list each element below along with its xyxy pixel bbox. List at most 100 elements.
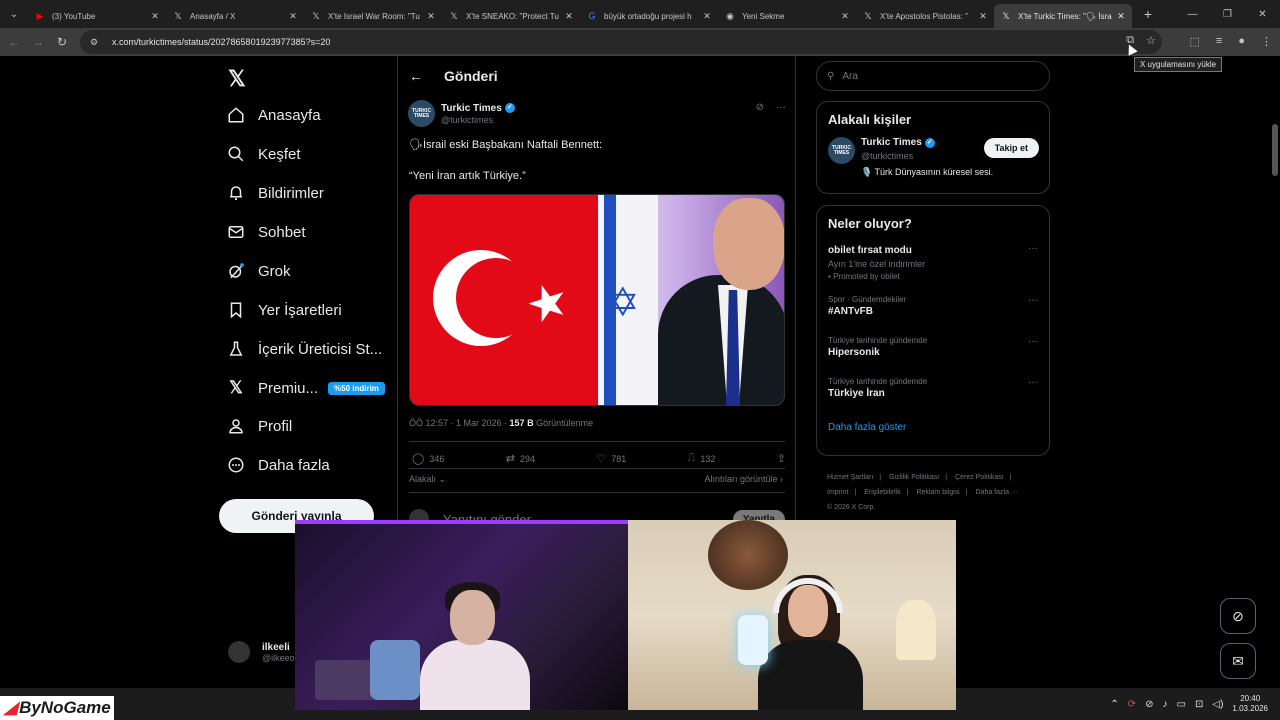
close-tab-icon[interactable]: ✕ bbox=[564, 11, 574, 22]
nav-explore[interactable]: Keşfet bbox=[226, 139, 301, 169]
browser-tab[interactable]: 𝕏 X'te SNEAKO: "Protect Tu ✕ bbox=[442, 4, 580, 28]
trend-item[interactable]: Türkiye tarihinde gündemde Hipersonik ··… bbox=[817, 336, 1049, 377]
reply-action[interactable]: ◯ 346 bbox=[412, 452, 444, 465]
show-more-link[interactable]: Daha fazla göster bbox=[817, 418, 1049, 433]
post-time[interactable]: ÖÖ 12:57 · 1 Mar 2026 · bbox=[409, 418, 510, 428]
author-handle[interactable]: @turkictimes bbox=[441, 115, 515, 125]
grok-explain-icon[interactable]: ⊘ bbox=[756, 102, 764, 113]
browser-tab[interactable]: 𝕏 X'te Israel War Room: "Tu ✕ bbox=[304, 4, 442, 28]
trend-item[interactable]: Türkiye tarihinde gündemde Türkiye İran … bbox=[817, 377, 1049, 418]
address-bar[interactable]: ⚙ x.com/turkictimes/status/2027865801923… bbox=[80, 30, 1162, 54]
tray-overflow-icon[interactable]: ⌃ bbox=[1110, 699, 1118, 710]
post-text-line: “Yeni İran artık Türkiye.” bbox=[409, 170, 526, 182]
browser-tab[interactable]: ▶ (3) YouTube ✕ bbox=[28, 4, 166, 28]
trend-more-icon[interactable]: ··· bbox=[1028, 336, 1038, 347]
trend-title: #ANTvFB bbox=[828, 306, 874, 317]
close-tab-icon[interactable]: ✕ bbox=[426, 11, 436, 22]
more-options-icon[interactable]: ··· bbox=[776, 102, 786, 113]
author-name[interactable]: Turkic Times bbox=[441, 103, 502, 114]
post-image[interactable]: ★ ✡ bbox=[409, 194, 785, 406]
maximize-icon[interactable]: ❐ bbox=[1210, 9, 1245, 20]
back-arrow-icon[interactable]: ← bbox=[398, 68, 434, 84]
close-window-icon[interactable]: ✕ bbox=[1245, 9, 1280, 20]
nav-bookmarks[interactable]: Yer İşaretleri bbox=[226, 295, 342, 325]
clock-date: 1.03.2026 bbox=[1232, 704, 1268, 713]
forward-icon[interactable]: → bbox=[26, 35, 50, 49]
footer-link[interactable]: Daha fazla ··· bbox=[976, 489, 1018, 496]
footer-link[interactable]: Çerez Politikası bbox=[955, 474, 1004, 481]
footer-link[interactable]: Hizmet Şartları bbox=[827, 474, 873, 481]
grok-floating-button[interactable]: ⊘ bbox=[1220, 598, 1256, 634]
nav-profile[interactable]: Profil bbox=[226, 411, 292, 441]
tab-title: X'te SNEAKO: "Protect Tu bbox=[466, 11, 559, 21]
trend-context: Spor · Gündemdekiler bbox=[828, 295, 907, 304]
site-info-icon[interactable]: ⚙ bbox=[90, 37, 104, 48]
suggested-user[interactable]: TURKIC TIMES Turkic Times ✓ @turkictimes … bbox=[817, 133, 1049, 187]
bookmark-star-icon[interactable]: ☆ bbox=[1146, 34, 1156, 47]
nav-more[interactable]: Daha fazla bbox=[226, 450, 330, 480]
network-icon[interactable]: ⊡ bbox=[1195, 699, 1203, 710]
follow-button[interactable]: Takip et bbox=[983, 138, 1039, 158]
nav-label: Anasayfa bbox=[258, 106, 321, 124]
nav-messages[interactable]: Sohbet bbox=[226, 217, 306, 247]
profile-icon bbox=[226, 416, 246, 436]
footer-link[interactable]: Erişilebilirlik bbox=[864, 489, 901, 496]
clock[interactable]: 20:40 1.03.2026 bbox=[1232, 694, 1268, 714]
nav-grok[interactable]: Grok bbox=[226, 256, 291, 286]
like-action[interactable]: ♡ 781 bbox=[596, 452, 626, 465]
share-action[interactable]: ⇪ bbox=[777, 452, 786, 465]
bluetooth-off-icon[interactable]: ⊘ bbox=[1145, 699, 1153, 710]
x-icon: 𝕏 bbox=[1002, 10, 1010, 21]
minimize-icon[interactable]: — bbox=[1175, 9, 1210, 20]
close-tab-icon[interactable]: ✕ bbox=[702, 11, 712, 22]
tab-title: büyük ortadoğu projesi h bbox=[604, 11, 692, 21]
footer-link[interactable]: Reklam bilgisi bbox=[917, 489, 960, 496]
nav-creator-studio[interactable]: İçerik Üreticisi St... bbox=[226, 334, 382, 364]
close-tab-icon[interactable]: ✕ bbox=[1116, 11, 1126, 22]
trend-more-icon[interactable]: ··· bbox=[1028, 295, 1038, 306]
trend-item[interactable]: Spor · Gündemdekiler #ANTvFB ··· bbox=[817, 295, 1049, 336]
bookmark-action[interactable]: ⎍ 132 bbox=[688, 452, 716, 465]
media-controls-icon[interactable]: ≡ bbox=[1216, 35, 1222, 48]
close-tab-icon[interactable]: ✕ bbox=[150, 11, 160, 22]
reload-icon[interactable]: ↻ bbox=[50, 35, 74, 49]
footer-link[interactable]: Imprint bbox=[827, 489, 848, 496]
search-input[interactable]: ⚲ Ara bbox=[816, 61, 1050, 91]
tab-title: Yeni Sekme bbox=[742, 11, 785, 21]
extensions-icon[interactable]: ⬚ bbox=[1190, 35, 1200, 48]
display-icon[interactable]: ▭ bbox=[1177, 699, 1186, 710]
close-tab-icon[interactable]: ✕ bbox=[840, 11, 850, 22]
view-quotes-link[interactable]: Alıntıları görüntüle › bbox=[704, 474, 783, 484]
nav-notifications[interactable]: Bildirimler bbox=[226, 178, 324, 208]
trend-more-icon[interactable]: ··· bbox=[1028, 377, 1038, 388]
update-icon[interactable]: ⟳ bbox=[1128, 699, 1136, 710]
mic-icon[interactable]: ♪ bbox=[1163, 699, 1168, 710]
x-logo-icon[interactable]: 𝕏 bbox=[228, 66, 246, 92]
account-switcher[interactable]: ilkeeli @ilkeeo bbox=[228, 641, 295, 663]
browser-tab[interactable]: 𝕏 Anasayfa / X ✕ bbox=[166, 4, 304, 28]
browser-menu-icon[interactable]: ⋮ bbox=[1261, 35, 1272, 48]
url-text[interactable]: x.com/turkictimes/status/202786580192397… bbox=[112, 37, 330, 47]
post-header: ← Gönderi bbox=[398, 64, 797, 88]
sort-replies-dropdown[interactable]: Alakalı ⌄ bbox=[409, 474, 446, 485]
author-avatar[interactable]: TURKIC TIMES bbox=[408, 100, 435, 127]
volume-icon[interactable]: ◁) bbox=[1212, 699, 1223, 710]
close-tab-icon[interactable]: ✕ bbox=[978, 11, 988, 22]
browser-tab[interactable]: Gbüyük ortadoğu projesi h ✕ bbox=[580, 4, 718, 28]
tab-search-button[interactable]: ⌄ bbox=[0, 0, 28, 28]
nav-home[interactable]: Anasayfa bbox=[226, 100, 321, 130]
new-tab-button[interactable]: + bbox=[1136, 6, 1160, 22]
browser-tab-active[interactable]: 𝕏 X'te Turkic Times: "🗣 İsra ✕ bbox=[994, 4, 1132, 28]
scrollbar[interactable] bbox=[1272, 124, 1278, 176]
nav-premium[interactable]: 𝕏 Premiu... %50 indirim bbox=[226, 373, 385, 403]
messages-floating-button[interactable]: ✉ bbox=[1220, 643, 1256, 679]
browser-tab[interactable]: 𝕏 X'te Apostolos Pistolas: " ✕ bbox=[856, 4, 994, 28]
close-tab-icon[interactable]: ✕ bbox=[288, 11, 298, 22]
repost-action[interactable]: ⇄ 294 bbox=[506, 452, 535, 465]
back-icon[interactable]: ← bbox=[2, 35, 26, 49]
browser-tab[interactable]: ◉ Yeni Sekme ✕ bbox=[718, 4, 856, 28]
footer-link[interactable]: Gizlilik Politikası bbox=[889, 474, 939, 481]
trend-more-icon[interactable]: ··· bbox=[1028, 243, 1038, 254]
profile-avatar-icon[interactable]: ● bbox=[1238, 35, 1245, 48]
trend-item[interactable]: obilet fırsat modu Ayın 1'ine özel indir… bbox=[817, 237, 1049, 295]
